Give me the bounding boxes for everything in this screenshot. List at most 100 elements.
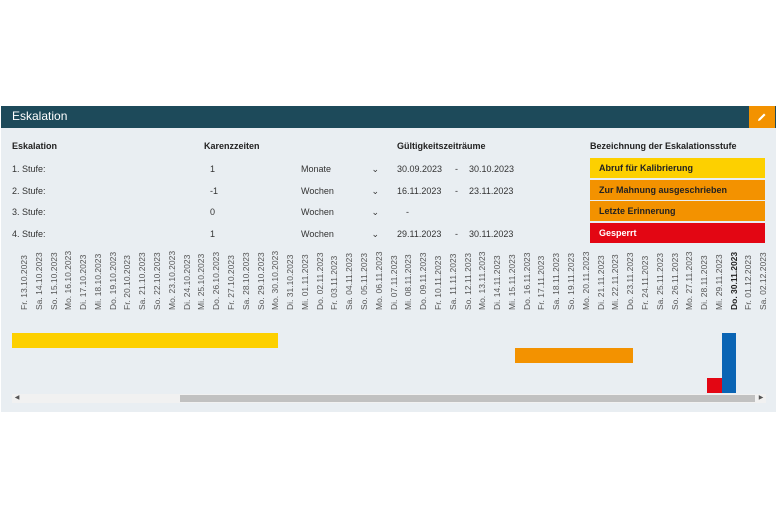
chevron-down-icon: ⌄: [371, 229, 379, 239]
panel-title: Eskalation: [12, 109, 68, 123]
grace-value: 1: [210, 164, 216, 174]
timeline-date: Fr. 03.11.2023: [322, 256, 339, 320]
chevron-down-icon: ⌄: [371, 164, 379, 174]
valid-from: 16.11.2023: [397, 186, 442, 196]
timeline-date: Sa. 28.10.2023: [234, 252, 251, 320]
timeline-date: Mi. 29.11.2023: [707, 254, 724, 320]
timeline-date: Fr. 01.12.2023: [736, 255, 753, 320]
timeline-date: Fr. 24.11.2023: [633, 256, 650, 320]
timeline-date: Sa. 21.10.2023: [130, 252, 147, 320]
timeline-date: Fr. 10.11.2023: [426, 256, 443, 320]
stage-name-badge: Gesperrt: [590, 223, 765, 243]
timeline-date: So. 12.11.2023: [456, 253, 473, 320]
timeline-date: Do. 23.11.2023: [618, 253, 635, 320]
timeline-date: Mo. 13.11.2023: [470, 252, 487, 320]
timeline-date: Mo. 30.10.2023: [263, 251, 280, 320]
valid-from: 30.09.2023: [397, 164, 443, 174]
timeline-date: Mi. 15.11.2023: [500, 254, 517, 320]
timeline-date: Mi. 08.11.2023: [396, 254, 413, 320]
unit-value: Monate: [301, 164, 332, 174]
escalation-panel: Eskalation Eskalation Karenzzeiten Gülti…: [1, 106, 776, 412]
timeline-date: Sa. 02.12.2023: [751, 252, 768, 320]
timeline-date: Mi. 18.10.2023: [86, 254, 103, 320]
timeline-date: Mi. 01.11.2023: [293, 254, 310, 320]
timeline-date: Mo. 16.10.2023: [56, 251, 73, 320]
chevron-down-icon: ⌄: [371, 186, 379, 196]
scrollbar-thumb[interactable]: [180, 395, 755, 402]
timeline-date: Di. 24.10.2023: [175, 255, 192, 320]
grace-value: 1: [210, 229, 216, 239]
grace-value: 0: [210, 207, 216, 217]
timeline-date: Sa. 14.10.2023: [27, 252, 44, 320]
unit-value: Wochen: [301, 229, 334, 239]
pencil-icon: [758, 113, 766, 121]
timeline-date: Mo. 06.11.2023: [367, 252, 384, 320]
unit-select[interactable]: Monate ⌄: [301, 164, 381, 178]
arrow-left-icon[interactable]: ◀: [12, 394, 22, 403]
stage-label: 2. Stufe:: [12, 186, 46, 196]
unit-select[interactable]: Wochen ⌄: [301, 207, 381, 221]
today-marker: [721, 333, 737, 393]
range-separator: -: [455, 186, 458, 196]
timeline-date: So. 15.10.2023: [42, 252, 59, 320]
timeline-date: Di. 14.11.2023: [485, 255, 502, 320]
valid-from: 29.11.2023: [397, 229, 442, 239]
timeline-date: Di. 17.10.2023: [71, 255, 88, 320]
timeline-date: Sa. 11.11.2023: [441, 254, 458, 320]
col-grace: Karenzzeiten: [204, 141, 260, 151]
timeline-date: Mi. 22.11.2023: [603, 254, 620, 320]
stage-label: 3. Stufe:: [12, 207, 46, 217]
timeline-date: Mo. 20.11.2023: [574, 252, 591, 320]
timeline-date: Di. 28.11.2023: [692, 255, 709, 320]
timeline-date: Di. 21.11.2023: [589, 255, 606, 320]
timeline-date: Fr. 27.10.2023: [219, 255, 236, 320]
timeline-date: Fr. 13.10.2023: [12, 255, 29, 320]
valid-to: 30.11.2023: [469, 229, 514, 239]
grace-value: -1: [210, 186, 219, 196]
timeline-date: So. 29.10.2023: [249, 252, 266, 320]
escalation-bar: [12, 333, 279, 348]
timeline-date: Do. 16.11.2023: [515, 253, 532, 320]
range-separator: -: [455, 164, 458, 174]
timeline-date: So. 05.11.2023: [352, 253, 369, 320]
timeline-date: Di. 31.10.2023: [278, 255, 295, 320]
timeline-date-label: Sa. 02.12.2023: [758, 252, 769, 310]
col-stage-name: Bezeichnung der Eskalationsstufe: [590, 141, 737, 151]
unit-value: Wochen: [301, 207, 334, 217]
timeline-date: Fr. 20.10.2023: [115, 255, 132, 320]
timeline-date: Do. 26.10.2023: [204, 252, 221, 320]
valid-to: 23.11.2023: [469, 186, 514, 196]
chevron-down-icon: ⌄: [371, 207, 379, 217]
unit-select[interactable]: Wochen ⌄: [301, 186, 381, 200]
timeline-date: Do. 09.11.2023: [411, 253, 428, 320]
timeline-date: Do. 02.11.2023: [308, 253, 325, 320]
timeline-dates: Fr. 13.10.2023 Sa. 14.10.2023 So. 15.10.20…: [12, 251, 768, 320]
col-escalation: Eskalation: [12, 141, 58, 151]
col-validity: Gültigkeitszeiträume: [397, 141, 486, 151]
valid-to: 30.10.2023: [469, 164, 515, 174]
timeline-date: So. 26.11.2023: [663, 253, 680, 320]
timeline-date: Di. 07.11.2023: [382, 255, 399, 320]
range-separator: -: [455, 229, 458, 239]
timeline-date: Do. 30.11.2023: [722, 252, 739, 320]
timeline-date: Mo. 23.10.2023: [160, 251, 177, 320]
timeline-scrollbar[interactable]: ◀ ▶: [12, 394, 766, 403]
panel-header: Eskalation: [1, 106, 776, 128]
arrow-right-icon[interactable]: ▶: [756, 394, 766, 403]
timeline-date: So. 22.10.2023: [145, 252, 162, 320]
range-separator: -: [406, 207, 409, 217]
stage-name-badge: Abruf für Kalibrierung: [590, 158, 765, 178]
timeline-date: Do. 19.10.2023: [101, 252, 118, 320]
timeline-date: Mi. 25.10.2023: [189, 254, 206, 320]
stage-label: 1. Stufe:: [12, 164, 46, 174]
timeline-date: Sa. 25.11.2023: [648, 253, 665, 320]
escalation-bar: [514, 348, 633, 363]
timeline-date: Sa. 04.11.2023: [337, 253, 354, 320]
stage-label: 4. Stufe:: [12, 229, 46, 239]
escalation-bar: [706, 378, 722, 393]
timeline-date: So. 19.11.2023: [559, 253, 576, 320]
stage-name-badge: Zur Mahnung ausgeschrieben: [590, 180, 765, 200]
stage-name-badge: Letzte Erinnerung: [590, 201, 765, 221]
unit-select[interactable]: Wochen ⌄: [301, 229, 381, 243]
edit-button[interactable]: [749, 106, 775, 128]
